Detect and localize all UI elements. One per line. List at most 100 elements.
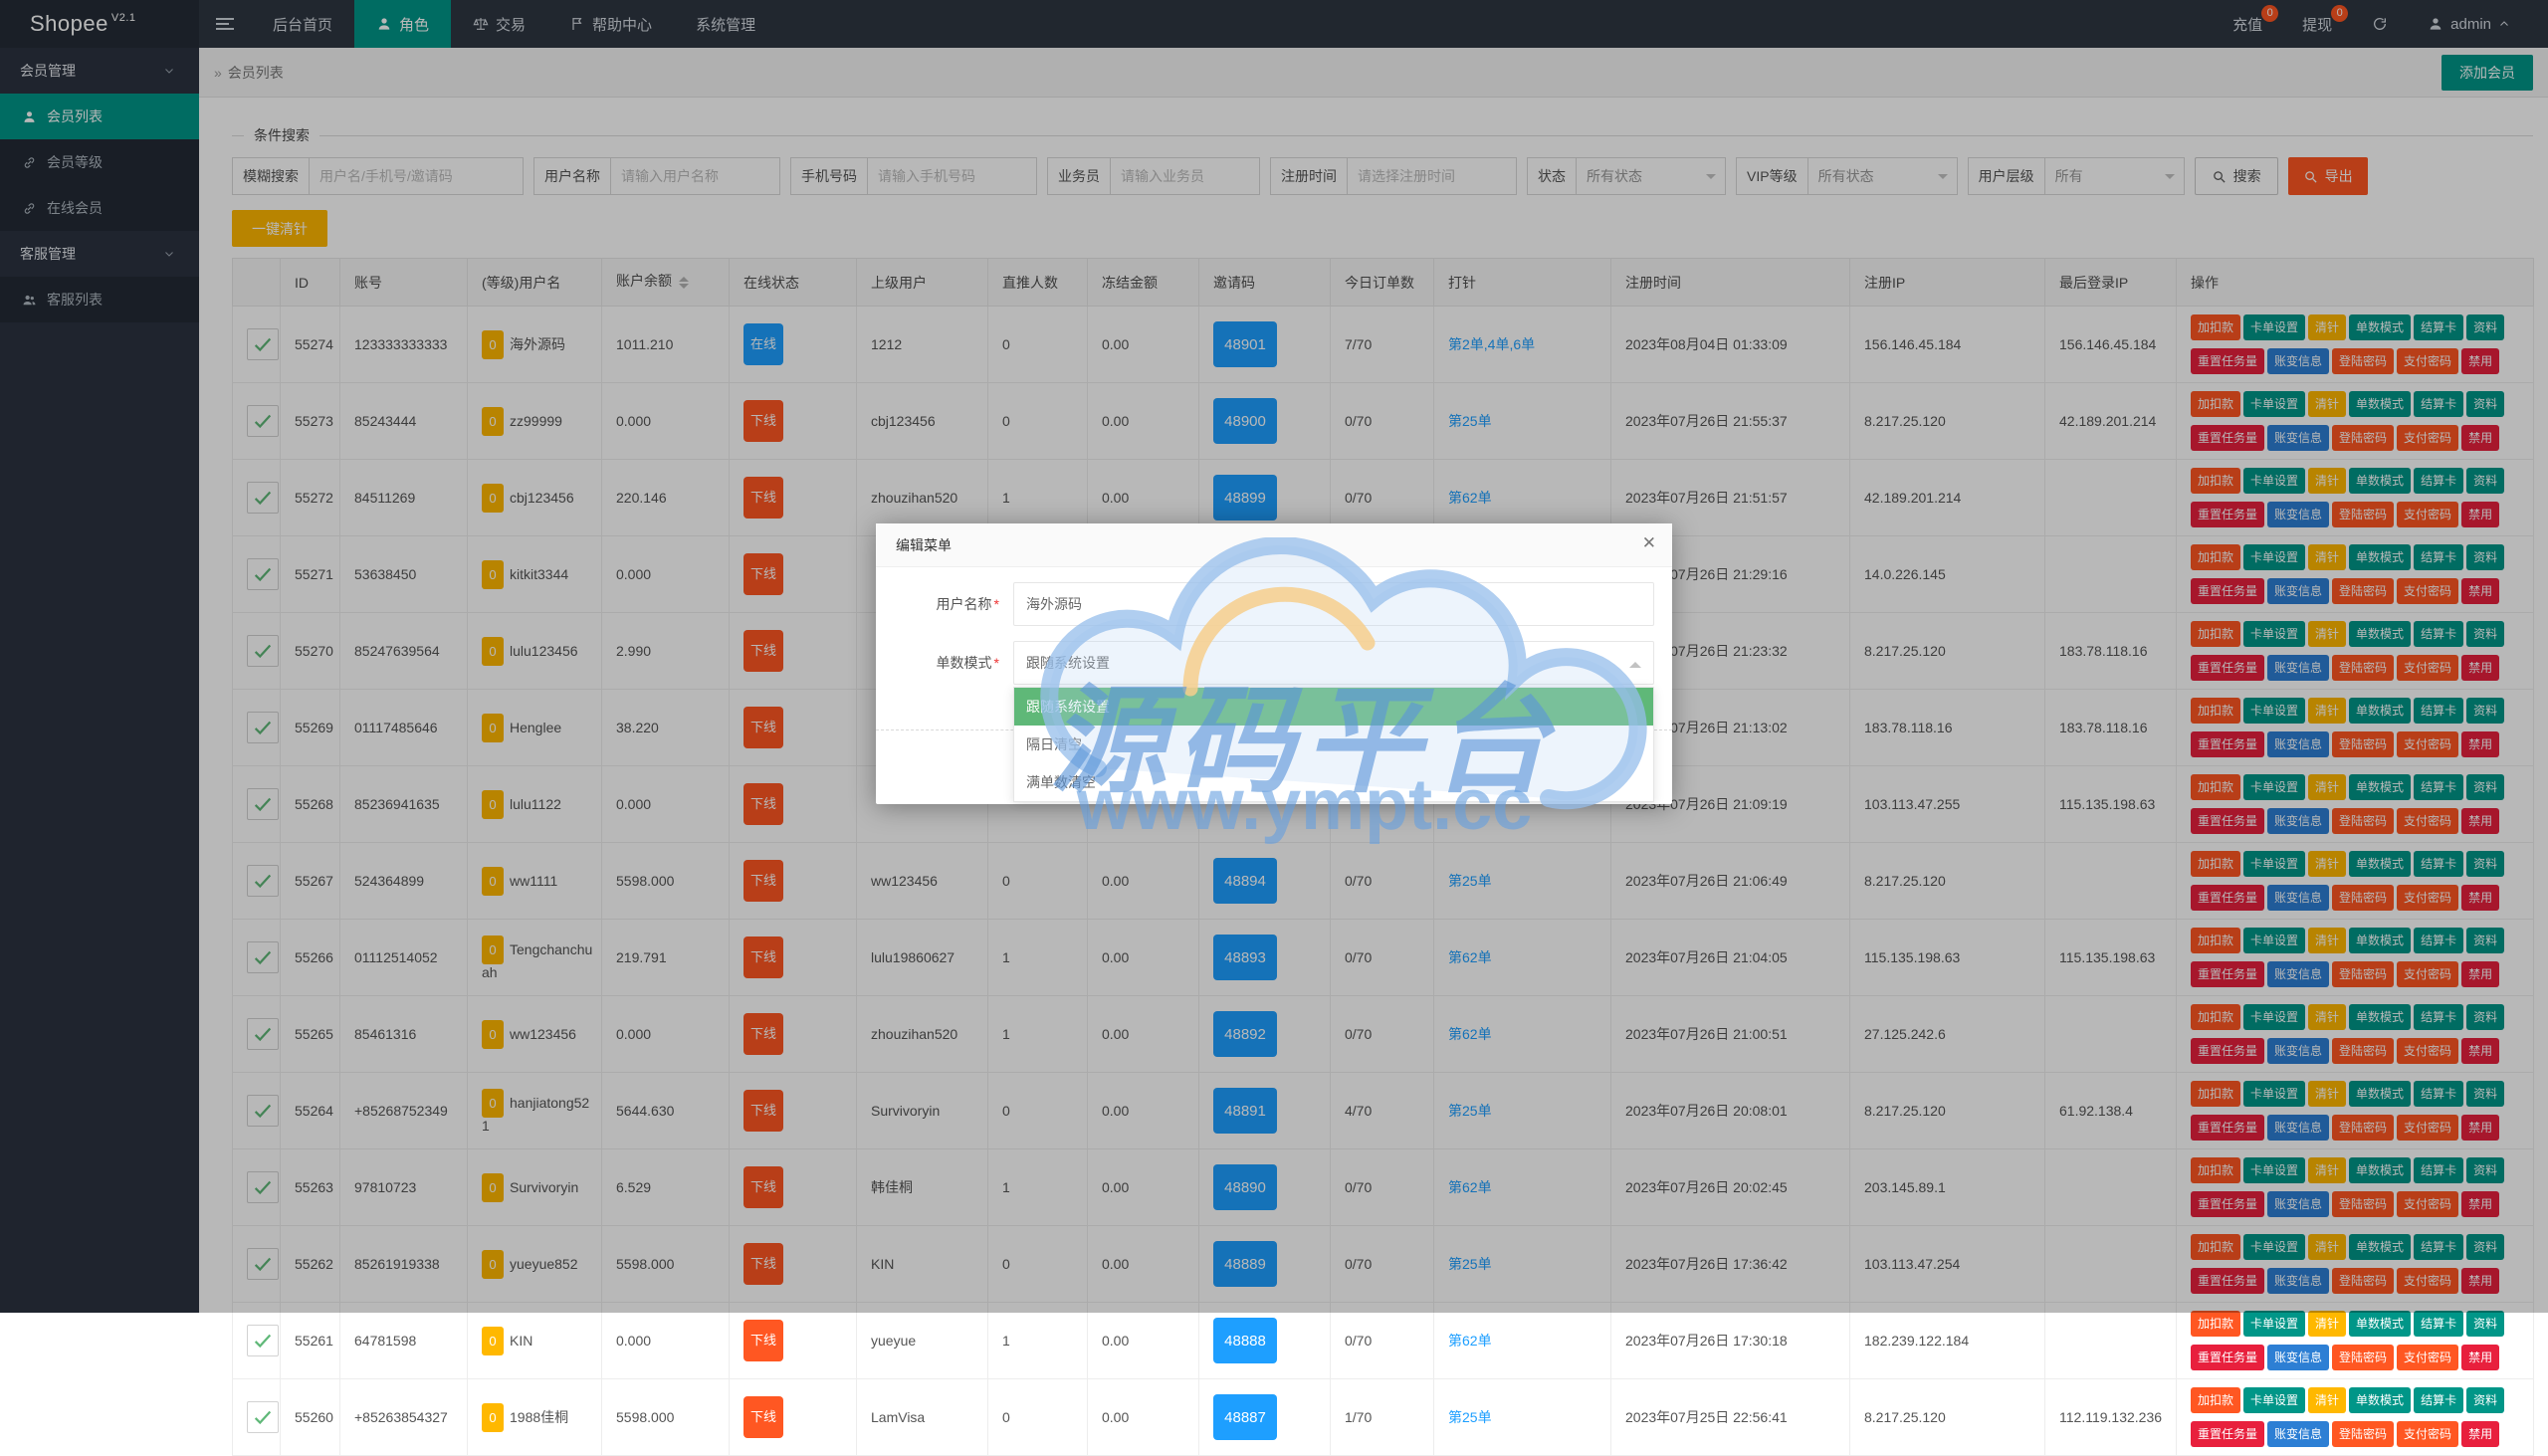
required-asterisk: * <box>994 655 999 671</box>
username-value: 1988佳桐 <box>510 1409 568 1425</box>
action-button-10[interactable]: 支付密码 <box>2397 1421 2458 1447</box>
action-button-3[interactable]: 清针 <box>2308 1387 2346 1413</box>
table-row: 55260 +85263854327 0 1988佳桐 5598.000 下线 LamVis… <box>233 1379 2534 1456</box>
action-button-8[interactable]: 账变信息 <box>2267 1345 2329 1370</box>
account-cell: +85263854327 <box>340 1379 468 1456</box>
actions-cell: 加扣款卡单设置清针单数模式结算卡资料重置任务量账变信息登陆密码支付密码禁用 <box>2177 1379 2534 1456</box>
username-cell: 0 1988佳桐 <box>468 1379 602 1456</box>
register-ip-cell-value: 182.239.122.184 <box>1864 1333 1969 1349</box>
username-value: KIN <box>510 1333 532 1349</box>
checkbox-cell <box>233 1303 281 1379</box>
invite-cell: 48887 <box>1199 1379 1331 1456</box>
today-orders-cell: 0/70 <box>1331 1303 1434 1379</box>
action-button-10[interactable]: 支付密码 <box>2397 1345 2458 1370</box>
register-time-cell-value: 2023年07月26日 17:30:18 <box>1625 1333 1788 1349</box>
frozen-amount-cell: 0.00 <box>1088 1303 1199 1379</box>
balance-cell-value: 5598.000 <box>616 1409 674 1425</box>
action-button-5[interactable]: 结算卡 <box>2414 1387 2463 1413</box>
pin-link[interactable]: 第25单 <box>1448 1409 1492 1425</box>
caret-up-icon <box>1629 656 1641 668</box>
action-button-1[interactable]: 加扣款 <box>2191 1387 2240 1413</box>
row-checkbox[interactable] <box>247 1401 279 1433</box>
table-row: 55261 64781598 0 KIN 0.000 下线yueyue 1 0.00 48888… <box>233 1303 2534 1379</box>
today-orders-cell-value: 1/70 <box>1345 1409 1372 1425</box>
action-button-1[interactable]: 加扣款 <box>2191 1311 2240 1337</box>
account-cell: 64781598 <box>340 1303 468 1379</box>
parent-user-cell: LamVisa <box>857 1379 988 1456</box>
action-buttons: 加扣款卡单设置清针单数模式结算卡资料重置任务量账变信息登陆密码支付密码禁用 <box>2191 1309 2527 1372</box>
invite-code-button[interactable]: 48888 <box>1213 1318 1277 1363</box>
invite-code-button[interactable]: 48887 <box>1213 1394 1277 1440</box>
action-button-11[interactable]: 禁用 <box>2461 1421 2499 1447</box>
order-mode-form-row: 单数模式* 跟随系统设置 <box>876 641 1672 685</box>
parent-user-cell-value: LamVisa <box>871 1409 925 1425</box>
pin-cell: 第62单 <box>1434 1303 1611 1379</box>
action-button-4[interactable]: 单数模式 <box>2349 1311 2411 1337</box>
action-button-11[interactable]: 禁用 <box>2461 1345 2499 1370</box>
close-icon[interactable]: ✕ <box>1642 533 1656 553</box>
action-button-7[interactable]: 重置任务量 <box>2191 1345 2264 1370</box>
checkbox-cell <box>233 1379 281 1456</box>
balance-cell: 0.000 <box>602 1303 730 1379</box>
username-field[interactable] <box>1013 582 1654 626</box>
parent-user-cell: yueyue <box>857 1303 988 1379</box>
last-login-ip-cell: 112.119.132.236 <box>2045 1379 2177 1456</box>
register-ip-cell: 182.239.122.184 <box>1850 1303 2045 1379</box>
username-cell: 0 KIN <box>468 1303 602 1379</box>
actions-cell: 加扣款卡单设置清针单数模式结算卡资料重置任务量账变信息登陆密码支付密码禁用 <box>2177 1303 2534 1379</box>
status-cell: 下线 <box>730 1303 857 1379</box>
order-mode-field-label: 单数模式* <box>876 641 1013 685</box>
action-button-9[interactable]: 登陆密码 <box>2332 1345 2394 1370</box>
status-cell: 下线 <box>730 1379 857 1456</box>
username-form-row: 用户名称* <box>876 582 1672 626</box>
row-break <box>2191 1339 2527 1343</box>
direct-count-cell: 1 <box>988 1303 1088 1379</box>
row-break <box>2191 1415 2527 1419</box>
action-button-6[interactable]: 资料 <box>2466 1387 2504 1413</box>
frozen-amount-cell-value: 0.00 <box>1102 1409 1129 1425</box>
action-button-2[interactable]: 卡单设置 <box>2243 1311 2305 1337</box>
direct-count-cell-value: 0 <box>1002 1409 1010 1425</box>
order-mode-selected-value: 跟随系统设置 <box>1026 655 1110 671</box>
direct-count-cell: 0 <box>988 1379 1088 1456</box>
register-time-cell-value: 2023年07月25日 22:56:41 <box>1625 1409 1788 1425</box>
order-mode-select[interactable]: 跟随系统设置 <box>1013 641 1654 685</box>
row-checkbox[interactable] <box>247 1325 279 1356</box>
id-cell: 55260 <box>281 1379 340 1456</box>
action-button-3[interactable]: 清针 <box>2308 1311 2346 1337</box>
action-button-2[interactable]: 卡单设置 <box>2243 1387 2305 1413</box>
modal-header: 编辑菜单 <box>876 523 1672 567</box>
invite-cell: 48888 <box>1199 1303 1331 1379</box>
id-cell: 55261 <box>281 1303 340 1379</box>
action-button-7[interactable]: 重置任务量 <box>2191 1421 2264 1447</box>
action-button-4[interactable]: 单数模式 <box>2349 1387 2411 1413</box>
frozen-amount-cell: 0.00 <box>1088 1379 1199 1456</box>
direct-count-cell-value: 1 <box>1002 1333 1010 1349</box>
pin-link[interactable]: 第62单 <box>1448 1333 1492 1349</box>
modal-title: 编辑菜单 <box>896 537 952 553</box>
order-mode-dropdown: 跟随系统设置隔日清空满单数清空 <box>1013 687 1654 802</box>
dropdown-option-1[interactable]: 跟随系统设置 <box>1014 688 1653 726</box>
today-orders-cell: 1/70 <box>1331 1379 1434 1456</box>
frozen-amount-cell-value: 0.00 <box>1102 1333 1129 1349</box>
account-cell-value: +85263854327 <box>354 1409 448 1425</box>
register-ip-cell: 8.217.25.120 <box>1850 1379 2045 1456</box>
action-button-8[interactable]: 账变信息 <box>2267 1421 2329 1447</box>
last-login-ip-cell <box>2045 1303 2177 1379</box>
action-button-6[interactable]: 资料 <box>2466 1311 2504 1337</box>
balance-cell: 5598.000 <box>602 1379 730 1456</box>
action-button-5[interactable]: 结算卡 <box>2414 1311 2463 1337</box>
last-login-ip-cell-value: 112.119.132.236 <box>2059 1409 2162 1425</box>
level-badge: 0 <box>482 1327 504 1355</box>
pin-cell: 第25单 <box>1434 1379 1611 1456</box>
register-time-cell: 2023年07月26日 17:30:18 <box>1611 1303 1850 1379</box>
level-badge: 0 <box>482 1403 504 1432</box>
dropdown-option-2[interactable]: 隔日清空 <box>1014 726 1653 763</box>
dropdown-option-3[interactable]: 满单数清空 <box>1014 763 1653 801</box>
balance-cell-value: 0.000 <box>616 1333 651 1349</box>
id-cell-value: 55261 <box>295 1333 333 1349</box>
account-cell-value: 64781598 <box>354 1333 416 1349</box>
required-asterisk: * <box>994 596 999 612</box>
action-buttons: 加扣款卡单设置清针单数模式结算卡资料重置任务量账变信息登陆密码支付密码禁用 <box>2191 1385 2527 1449</box>
action-button-9[interactable]: 登陆密码 <box>2332 1421 2394 1447</box>
